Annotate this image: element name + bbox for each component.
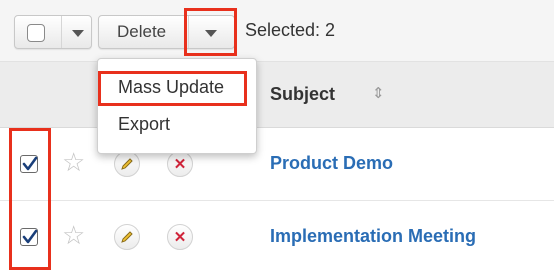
selected-count: Selected: 2 <box>245 20 336 40</box>
caret-down-icon[interactable] <box>72 30 84 37</box>
highlight-box-checkboxes <box>9 128 51 270</box>
select-all-button[interactable] <box>14 15 92 49</box>
checkbox-icon[interactable] <box>27 24 45 42</box>
subject-column-header[interactable]: Subject <box>270 84 335 105</box>
row-subject-link[interactable]: Product Demo <box>270 153 393 174</box>
table-row: ☆ ✕ Product Demo <box>0 129 554 201</box>
table-row: ☆ ✕ Implementation Meeting <box>0 202 554 273</box>
list-toolbar: Delete Selected: 2 <box>0 0 554 62</box>
pencil-icon[interactable] <box>114 151 140 177</box>
menu-item-export[interactable]: Export <box>118 114 170 135</box>
star-icon[interactable]: ☆ <box>62 149 85 175</box>
sort-icon[interactable]: ⇕ <box>372 84 385 102</box>
row-subject-link[interactable]: Implementation Meeting <box>270 226 476 247</box>
divider <box>61 16 62 48</box>
star-icon[interactable]: ☆ <box>62 222 85 248</box>
table-header: Subject ⇕ <box>0 62 554 128</box>
pencil-icon[interactable] <box>114 224 140 250</box>
close-icon[interactable]: ✕ <box>167 151 193 177</box>
highlight-box-caret <box>184 8 237 56</box>
delete-button-label[interactable]: Delete <box>117 22 166 42</box>
highlight-box-mass-update <box>98 71 247 106</box>
close-icon[interactable]: ✕ <box>167 224 193 250</box>
